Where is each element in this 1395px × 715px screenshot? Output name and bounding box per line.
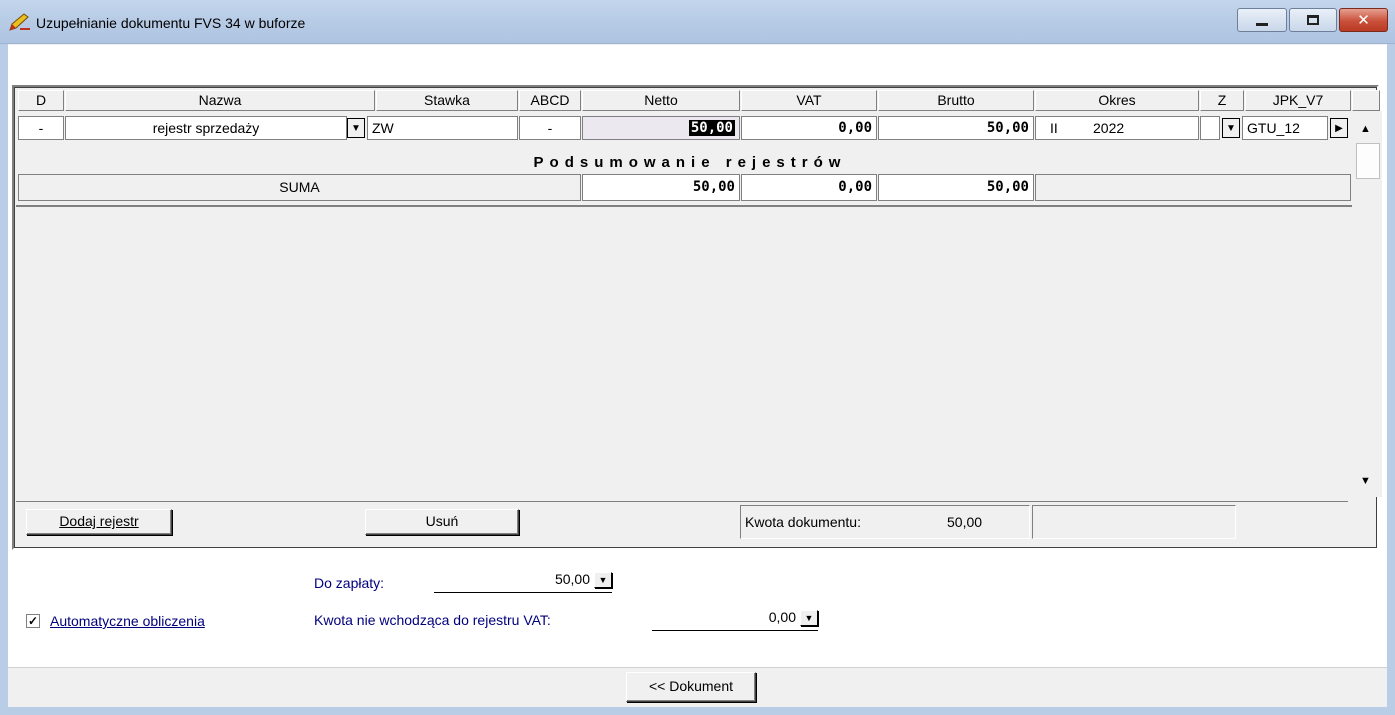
dropdown-arrow-icon[interactable]: ▼ [800, 610, 818, 627]
minimize-button[interactable] [1237, 8, 1287, 32]
kwota-nie-field[interactable]: 0,00 ▼ [652, 609, 818, 631]
summary-brutto: 50,00 [878, 174, 1034, 201]
kwota-nie-label: Kwota nie wchodząca do rejestru VAT: [314, 612, 551, 628]
window-frame-right [1387, 44, 1395, 715]
header-z[interactable]: Z [1200, 90, 1244, 111]
grid-scrollbar[interactable]: ▲ ▼ [1354, 111, 1382, 497]
auto-calc-label[interactable]: Automatyczne obliczenia [50, 613, 205, 629]
maximize-button[interactable] [1289, 8, 1337, 32]
jpk-next-button[interactable]: ▶ [1330, 118, 1348, 138]
cell-netto[interactable]: 50,00 [582, 116, 740, 140]
remove-label: Usuń [425, 513, 459, 529]
summary-netto: 50,00 [582, 174, 740, 201]
cell-nazwa[interactable]: rejestr sprzedaży [65, 116, 347, 140]
document-amount-label: Kwota dokumentu: [745, 514, 861, 530]
kwota-nie-value: 0,00 [768, 609, 796, 625]
cell-brutto[interactable]: 50,00 [878, 116, 1034, 140]
scroll-up-icon[interactable]: ▲ [1360, 123, 1371, 135]
dropdown-arrow-icon[interactable]: ▼ [594, 572, 612, 589]
dropdown-arrow-icon: ▼ [351, 122, 361, 134]
window-frame-bottom [0, 707, 1395, 715]
cell-jpk[interactable]: GTU_12 [1242, 116, 1328, 140]
close-icon: ✕ [1357, 11, 1370, 29]
grid-empty-area [16, 205, 1352, 499]
scroll-down-icon[interactable]: ▼ [1360, 475, 1371, 487]
do-zaplaty-value: 50,00 [554, 571, 590, 587]
cell-z[interactable] [1200, 116, 1220, 140]
header-corner [1352, 90, 1380, 111]
header-stawka[interactable]: Stawka [376, 90, 518, 111]
cell-d[interactable]: - [18, 116, 64, 140]
cell-abcd[interactable]: - [519, 116, 581, 140]
summary-empty [1035, 174, 1351, 201]
scrollbar-thumb[interactable] [1356, 143, 1380, 179]
nazwa-dropdown-button[interactable]: ▼ [347, 118, 365, 138]
do-zaplaty-label: Do zapłaty: [314, 575, 385, 591]
cell-vat[interactable]: 0,00 [741, 116, 877, 140]
right-arrow-icon: ▶ [1335, 122, 1343, 134]
cell-okres-month[interactable]: II [1035, 116, 1081, 140]
add-register-button[interactable]: Dodaj rejestr [26, 509, 172, 535]
summary-label: SUMA [18, 174, 581, 201]
header-netto[interactable]: Netto [582, 90, 740, 111]
window-frame-left [0, 44, 8, 715]
header-vat[interactable]: VAT [741, 90, 877, 111]
title-bar: Uzupełnianie dokumentu FVS 34 w buforze … [0, 0, 1395, 44]
header-okres[interactable]: Okres [1035, 90, 1199, 111]
add-register-label: Dodaj rejestr [59, 513, 139, 529]
pencil-edit-icon [9, 13, 30, 31]
document-back-button[interactable]: << Dokument [626, 672, 756, 702]
info-empty-box [1032, 505, 1236, 539]
checkmark-icon: ✓ [27, 614, 39, 628]
netto-value-selected: 50,00 [688, 120, 735, 136]
header-nazwa[interactable]: Nazwa [65, 90, 375, 111]
jpk-dropdown-button[interactable]: ▼ [1222, 118, 1240, 138]
remove-button[interactable]: Usuń [365, 509, 519, 535]
minimize-icon [1256, 22, 1268, 26]
summary-title: Podsumowanie rejestrów [533, 154, 847, 171]
header-abcd[interactable]: ABCD [519, 90, 581, 111]
window-title: Uzupełnianie dokumentu FVS 34 w buforze [36, 15, 306, 31]
header-d[interactable]: D [18, 90, 64, 111]
auto-calc-checkbox[interactable]: ✓ [26, 614, 40, 628]
summary-vat: 0,00 [741, 174, 877, 201]
maximize-icon [1307, 15, 1319, 25]
document-amount-value: 50,00 [947, 514, 983, 530]
header-jpk[interactable]: JPK_V7 [1245, 90, 1351, 111]
close-button[interactable]: ✕ [1339, 8, 1388, 32]
cell-okres-year[interactable]: 2022 [1081, 116, 1199, 140]
do-zaplaty-field[interactable]: 50,00 ▼ [434, 571, 612, 593]
document-amount-box: Kwota dokumentu: 50,00 [740, 505, 1030, 539]
cell-stawka[interactable]: ZW [367, 116, 518, 140]
dropdown-arrow-icon: ▼ [1226, 122, 1236, 134]
document-back-label: << Dokument [648, 678, 734, 694]
header-brutto[interactable]: Brutto [878, 90, 1034, 111]
